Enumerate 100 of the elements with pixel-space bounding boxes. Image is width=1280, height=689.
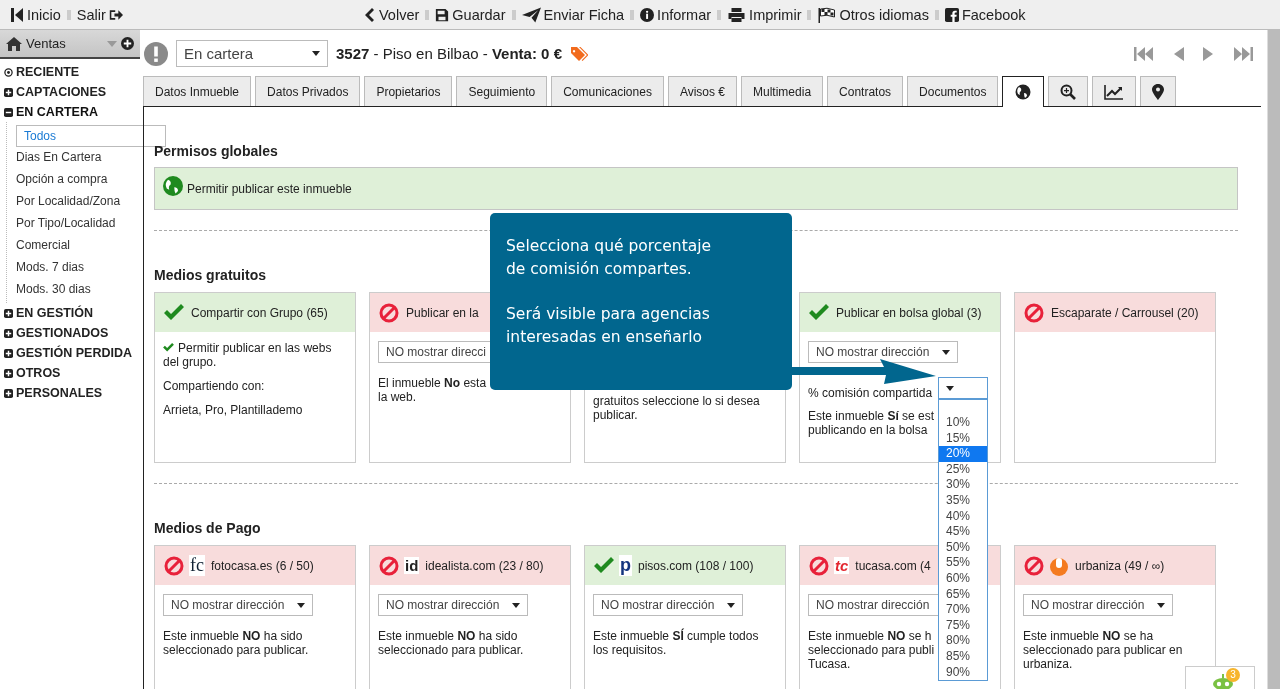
dropdown-option[interactable]: 50% [939,539,987,556]
card-title: Publicar en bolsa global (3) [835,305,982,320]
caret-down-icon [297,602,305,608]
commission-label: % comisión compartida [808,386,933,400]
sidebar-group[interactable]: GESTIÓN PERDIDA [0,343,140,363]
dropdown-option[interactable]: 25% [939,461,987,478]
commission-select[interactable] [938,377,988,399]
address-select[interactable]: NO mostrar dirección [163,594,313,616]
toolbar-button[interactable]: Facebook [944,6,1026,23]
card-text: Arrieta, Pro, Plantillademo [163,403,303,417]
dropdown-option[interactable]: 80% [939,633,987,649]
sidebar-group[interactable]: PERSONALES [0,383,140,403]
skip-first-icon[interactable] [1134,45,1154,62]
property-title: 3527 - Piso en Bilbao - Venta: 0 € [336,45,562,62]
tooltip-text: Selecciona qué porcentaje de comisión compartes. [506,236,713,280]
status-select[interactable]: En cartera [176,40,328,67]
sidebar-item[interactable]: Mods. 7 dias [16,257,140,279]
dropdown-option[interactable]: 35% [939,492,987,509]
paper-plane-icon [521,6,541,23]
prohibited-icon [808,555,830,576]
tab[interactable] [1048,76,1089,106]
toolbar-button[interactable]: Informar [640,6,712,23]
prohibited-icon [163,555,185,576]
dropdown-option[interactable]: 60% [939,570,987,587]
checkmark-icon [163,343,174,352]
exclamation-icon[interactable] [144,41,168,66]
toolbar-button[interactable]: Enviar Ficha [521,6,625,23]
map-pin-icon [1152,83,1165,100]
prohibited-icon [378,302,400,323]
address-select[interactable]: NO mostrar dirección [378,594,528,616]
sidebar-group[interactable]: RECIENTE [0,62,140,82]
sidebar-item[interactable]: Todos [16,125,166,147]
sidebar-group[interactable]: OTROS [0,363,140,383]
toolbar-button[interactable]: Volver [362,6,420,23]
sidebar-header[interactable]: Ventas [0,30,140,59]
globe-icon [1015,84,1032,100]
tab[interactable] [1002,76,1045,107]
toolbar-button[interactable]: Imprimir [727,6,802,23]
sidebar-group[interactable]: EN GESTIÓN [0,303,140,323]
permission-label: Permitir publicar este inmueble [187,181,352,196]
globe-icon[interactable] [163,175,183,196]
toolbar-button[interactable]: Salir [76,6,123,23]
tucasa-logo: tc [834,557,850,574]
tab[interactable]: Propietarios [364,76,453,106]
dropdown-option[interactable]: 20% [939,446,987,462]
dropdown-option[interactable]: 55% [939,555,987,571]
address-select[interactable]: NO mostrar dirección [1023,594,1173,616]
dropdown-option[interactable]: 10% [939,415,987,431]
dropdown-option[interactable]: 40% [939,508,987,525]
add-circle-icon[interactable] [121,37,134,50]
tab[interactable]: Multimedia [741,76,824,106]
dropdown-option[interactable]: 90% [939,664,987,681]
sidebar-group[interactable]: CAPTACIONES [0,82,140,102]
zoom-in-icon [1060,83,1077,100]
toolbar-button[interactable]: Otros idiomas [817,6,929,23]
card-note: Permitir publicar en las webs del grupo. [163,341,333,369]
tab[interactable]: Datos Privados [255,76,361,106]
card-text: Este inmueble NO se ha seleccionado para publicar en urbaniza. [1023,629,1183,671]
caret-down-icon[interactable] [107,40,117,47]
card-text: gratuitos seleccione lo si desea publicar. [593,394,760,422]
dropdown-option[interactable]: 45% [939,524,987,540]
sidebar-item[interactable]: Mods. 30 dias [16,279,140,301]
dropdown-option[interactable]: 85% [939,648,987,665]
tab[interactable]: Contratos [827,76,904,106]
card-text: Este inmueble SÍ cumple todos los requisitos. [593,629,759,657]
dropdown-option[interactable]: 75% [939,617,987,634]
sidebar-title: Ventas [26,36,67,51]
fotocasa-logo: fc [189,555,205,576]
sidebar-item[interactable]: Por Tipo/Localidad [16,213,140,235]
tab[interactable]: Avisos € [667,76,738,106]
prohibited-icon [1023,555,1045,576]
notification-badge: 3 [1226,668,1240,682]
sidebar-item[interactable]: Opción a compra [16,169,140,191]
card-title: fotocasa.es (6 / 50) [210,558,314,573]
address-select[interactable]: NO mostrar dirección [808,341,958,363]
sidebar-item[interactable]: Por Localidad/Zona [16,191,140,213]
tab[interactable]: Documentos [907,76,999,106]
scrollbar[interactable] [1267,30,1280,689]
tab[interactable]: Comunicaciones [551,76,664,106]
dropdown-option[interactable]: 30% [939,477,987,493]
caret-down-icon [946,385,954,391]
tab[interactable] [1092,76,1137,106]
sidebar-item[interactable]: Comercial [16,235,140,257]
pisos-logo: p [619,555,632,576]
skip-last-icon[interactable] [1233,45,1253,62]
card-title: tucasa.com (4 [854,558,931,573]
caret-down-icon [312,51,320,56]
sidebar-group[interactable]: GESTIONADOS [0,323,140,343]
target-icon [4,67,13,77]
sidebar-item[interactable]: Dias En Cartera [16,147,140,169]
sidebar-group[interactable]: EN CARTERA [0,102,140,122]
tab[interactable]: Datos Inmueble [143,76,252,106]
toolbar-button[interactable]: Guardar [435,6,506,23]
tab[interactable]: Seguimiento [456,76,548,106]
tab[interactable] [1140,76,1177,106]
card-text: Este inmueble NO ha sido seleccionado para publicar. [378,629,524,657]
card-text: Este inmueble NO se h seleccionado para publi Tucasa. [808,629,935,671]
toolbar-button[interactable]: Inicio [10,6,61,23]
address-select[interactable]: NO mostrar dirección [593,594,743,616]
dropdown-option[interactable]: 15% [939,430,987,447]
